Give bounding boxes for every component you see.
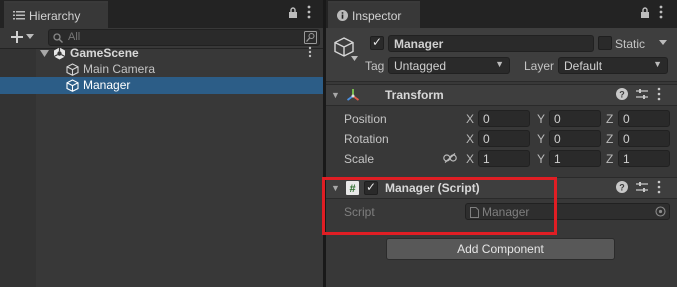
icon-dropdown-caret-icon[interactable] <box>351 56 358 61</box>
svg-text:?: ? <box>619 90 625 100</box>
help-icon[interactable]: ? <box>616 88 628 100</box>
rotation-z-field[interactable]: 0 <box>618 130 670 147</box>
hierarchy-item-main-camera[interactable]: Main Camera <box>0 61 323 77</box>
static-label: Static <box>615 37 646 51</box>
static-dropdown-caret-icon[interactable] <box>659 40 667 45</box>
rotation-label: Rotation <box>344 132 389 146</box>
chevron-down-icon[interactable] <box>26 34 34 39</box>
search-placeholder: All <box>68 31 81 43</box>
position-label: Position <box>344 112 387 126</box>
component-menu-icon[interactable] <box>657 180 661 194</box>
highlight-box <box>322 177 557 235</box>
foldout-arrow-icon[interactable]: ▼ <box>331 90 340 100</box>
transform-title: Transform <box>385 88 444 102</box>
hierarchy-search-input[interactable]: All <box>48 29 320 46</box>
hierarchy-item-manager[interactable]: Manager <box>0 77 323 94</box>
inspector-tab-bar: Inspector <box>326 0 677 28</box>
scale-y-field[interactable]: 1 <box>549 150 601 167</box>
axis-z-label[interactable]: Z <box>606 132 613 146</box>
preset-sliders-icon[interactable] <box>636 181 648 193</box>
gameobject-name-field[interactable]: Manager <box>388 35 594 52</box>
hierarchy-item-label: Manager <box>83 78 131 92</box>
list-icon <box>13 10 25 20</box>
axis-z-label[interactable]: Z <box>606 112 613 126</box>
axis-y-label[interactable]: Y <box>537 112 545 126</box>
unity-scene-icon <box>53 47 66 60</box>
position-y-field[interactable]: 0 <box>549 110 601 127</box>
scale-x-field[interactable]: 1 <box>478 150 530 167</box>
component-menu-icon[interactable] <box>657 87 661 101</box>
info-icon <box>337 10 348 21</box>
transform-component-header[interactable]: ▼ Transform ? <box>326 84 677 106</box>
rotation-x-field[interactable]: 0 <box>478 130 530 147</box>
axis-y-label[interactable]: Y <box>537 152 545 166</box>
scale-label: Scale <box>344 152 375 166</box>
tag-dropdown[interactable]: Untagged ▼ <box>388 57 510 74</box>
axis-y-label[interactable]: Y <box>537 132 545 146</box>
constrain-proportions-link-icon[interactable] <box>443 153 457 163</box>
search-filter-icon[interactable] <box>304 31 317 44</box>
gameobject-header: ✓ Manager Static Tag Untagged ▼ Layer De… <box>326 28 677 82</box>
tag-label: Tag <box>365 59 385 73</box>
transform-icon <box>346 88 360 102</box>
chevron-down-icon: ▼ <box>495 59 504 69</box>
layer-label: Layer <box>524 59 555 73</box>
gameobject-active-checkbox[interactable]: ✓ <box>370 35 384 50</box>
axis-x-label[interactable]: X <box>466 132 474 146</box>
layer-dropdown[interactable]: Default ▼ <box>558 57 668 74</box>
axis-z-label[interactable]: Z <box>606 152 613 166</box>
gameobject-icon[interactable] <box>333 36 355 58</box>
rotation-y-field[interactable]: 0 <box>549 130 601 147</box>
hierarchy-tab[interactable]: Hierarchy <box>4 1 108 28</box>
hierarchy-tree: GameScene Main Camera Manager <box>0 46 323 287</box>
axis-x-label[interactable]: X <box>466 152 474 166</box>
lock-icon[interactable] <box>288 7 298 19</box>
preset-sliders-icon[interactable] <box>636 88 648 100</box>
chevron-down-icon: ▼ <box>653 59 662 69</box>
foldout-arrow-icon[interactable] <box>40 50 49 57</box>
help-icon[interactable]: ? <box>616 181 628 193</box>
position-z-field[interactable]: 0 <box>618 110 670 127</box>
gameobject-cube-icon <box>66 79 79 92</box>
search-icon <box>53 33 63 43</box>
axis-x-label[interactable]: X <box>466 112 474 126</box>
object-picker-icon <box>655 206 666 217</box>
scene-menu-icon[interactable] <box>308 46 312 58</box>
kebab-menu-icon[interactable] <box>307 5 311 19</box>
hierarchy-panel: Hierarchy All GameScene Main Camera Mana… <box>0 0 323 287</box>
position-x-field[interactable]: 0 <box>478 110 530 127</box>
static-checkbox[interactable] <box>598 36 612 50</box>
inspector-tab[interactable]: Inspector <box>328 1 420 28</box>
lock-icon[interactable] <box>640 7 650 19</box>
scale-z-field[interactable]: 1 <box>618 150 670 167</box>
scene-name: GameScene <box>70 46 139 60</box>
hierarchy-tab-label: Hierarchy <box>29 9 81 23</box>
inspector-tab-label: Inspector <box>352 9 402 23</box>
scene-row[interactable]: GameScene <box>0 45 323 61</box>
hierarchy-tab-bar: Hierarchy <box>0 0 323 28</box>
hierarchy-item-label: Main Camera <box>83 62 156 76</box>
add-component-button[interactable]: Add Component <box>386 238 615 260</box>
svg-text:?: ? <box>619 183 625 193</box>
add-plus-icon[interactable] <box>11 31 23 43</box>
inspector-panel: Inspector ✓ Manager Static Tag Untagged … <box>322 0 677 287</box>
kebab-menu-icon[interactable] <box>659 5 663 19</box>
gameobject-cube-icon <box>66 63 79 76</box>
